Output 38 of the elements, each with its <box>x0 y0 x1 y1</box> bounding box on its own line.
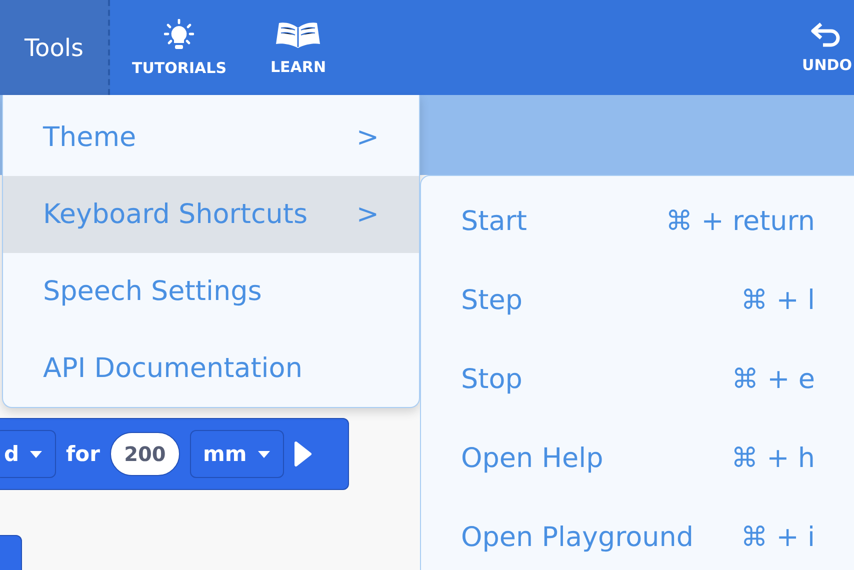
block-label: for <box>66 442 100 466</box>
keyboard-shortcut: ⌘ + l <box>740 285 815 316</box>
menu-item-label: Stop <box>461 364 522 395</box>
menu-item[interactable]: Open Playground ⌘ + i <box>421 498 854 570</box>
menu-item[interactable]: Keyboard Shortcuts > <box>3 176 419 253</box>
menu-item[interactable]: Stop ⌘ + e <box>421 340 854 419</box>
menu-item[interactable]: Open Help ⌘ + h <box>421 419 854 498</box>
menu-item-label: Start <box>461 206 527 237</box>
submenu-arrow: > <box>356 199 379 230</box>
menu-item-label: Step <box>461 285 522 316</box>
value-input[interactable]: 200 <box>110 432 180 476</box>
lightbulb-icon <box>164 18 194 50</box>
keyboard-shortcut: ⌘ + i <box>740 522 815 553</box>
menu-item-label: Open Playground <box>461 522 694 553</box>
block-dropdown[interactable]: d <box>0 430 56 478</box>
play-arrow-icon <box>294 441 312 467</box>
keyboard-shortcut: ⌘ + return <box>666 206 815 237</box>
caret-icon <box>256 450 271 458</box>
keyboard-shortcut: ⌘ + e <box>732 364 815 395</box>
tools-menu-button[interactable]: Tools <box>0 0 110 95</box>
unit-dropdown[interactable]: mm <box>190 430 284 478</box>
menu-item-label: Theme <box>43 122 136 153</box>
menu-item-label: Open Help <box>461 443 604 474</box>
undo-button[interactable]: UNDO <box>792 0 854 95</box>
menu-item-label: Speech Settings <box>43 276 262 307</box>
caret-icon <box>29 450 44 458</box>
menu-item-label: Keyboard Shortcuts <box>43 199 308 230</box>
toolbar-button[interactable]: LEARN <box>248 0 348 95</box>
menu-item[interactable]: Start ⌘ + return <box>421 182 854 261</box>
menu-item[interactable]: Step ⌘ + l <box>421 261 854 340</box>
menu-item[interactable]: API Documentation <box>3 330 419 407</box>
menu-item[interactable]: Speech Settings <box>3 253 419 330</box>
keyboard-shortcut: ⌘ + h <box>731 443 815 474</box>
submenu-arrow: > <box>356 122 379 153</box>
menu-item[interactable]: Theme > <box>3 99 419 176</box>
menu-item-label: API Documentation <box>43 353 302 384</box>
open-book-icon <box>275 20 322 50</box>
toolbar-button[interactable]: TUTORIALS <box>110 0 248 95</box>
